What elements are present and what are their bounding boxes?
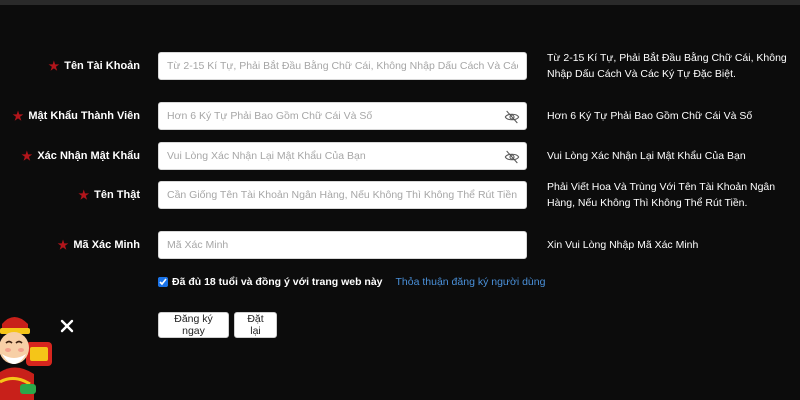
password-input[interactable] <box>159 103 526 129</box>
username-input[interactable] <box>159 53 526 79</box>
star-icon: ★ <box>21 149 33 163</box>
real-name-input[interactable] <box>159 182 526 208</box>
confirm-password-label-text: Xác Nhận Mật Khẩu <box>37 150 140 162</box>
confirm-password-label: ★ Xác Nhận Mật Khẩu <box>22 150 140 162</box>
real-name-label: ★ Tên Thật <box>78 189 140 201</box>
username-label: ★ Tên Tài Khoản <box>48 60 140 72</box>
verification-hint: Xin Vui Lòng Nhập Mã Xác Minh <box>547 239 699 251</box>
star-icon: ★ <box>57 238 69 252</box>
star-icon: ★ <box>48 59 60 73</box>
agreement-checkbox[interactable] <box>158 277 168 287</box>
verification-row: ★ Mã Xác Minh Xin Vui Lòng Nhập Mã Xác M… <box>0 231 800 259</box>
verification-input[interactable] <box>159 232 526 258</box>
eye-off-icon[interactable] <box>504 149 520 165</box>
agreement-text: Đã đủ 18 tuổi và đồng ý với trang web nà… <box>172 276 383 288</box>
password-label: ★ Mật Khẩu Thành Viên <box>13 110 140 122</box>
username-row: ★ Tên Tài Khoản Từ 2-15 Kí Tự, Phải Bắt … <box>0 52 800 80</box>
confirm-password-input[interactable] <box>159 143 526 169</box>
password-label-text: Mật Khẩu Thành Viên <box>28 110 140 122</box>
agreement: Đã đủ 18 tuổi và đồng ý với trang web nà… <box>158 276 545 288</box>
verification-label: ★ Mã Xác Minh <box>58 239 140 251</box>
register-button[interactable]: Đăng ký ngay <box>158 312 229 338</box>
confirm-password-field[interactable] <box>158 142 527 170</box>
verification-field[interactable] <box>158 231 527 259</box>
password-row: ★ Mật Khẩu Thành Viên Hơn 6 Ký Tự Phải B… <box>0 102 800 130</box>
confirm-password-hint: Vui Lòng Xác Nhận Lại Mật Khẩu Của Bạn <box>547 150 746 162</box>
verification-label-text: Mã Xác Minh <box>73 239 140 251</box>
real-name-hint: Phải Viết Hoa Và Trùng Với Tên Tài Khoản… <box>547 181 776 209</box>
username-label-text: Tên Tài Khoản <box>64 60 140 72</box>
star-icon: ★ <box>12 109 24 123</box>
real-name-label-text: Tên Thật <box>94 189 140 201</box>
username-field[interactable] <box>158 52 527 80</box>
confirm-password-row: ★ Xác Nhận Mật Khẩu Vui Lòng Xác Nhận Lạ… <box>0 142 800 170</box>
mascot-icon[interactable] <box>0 310 75 400</box>
username-hint: Từ 2-15 Kí Tự, Phải Bắt Đầu Bằng Chữ Cái… <box>547 52 787 80</box>
real-name-field[interactable] <box>158 181 527 209</box>
agreement-link[interactable]: Thỏa thuận đăng ký người dùng <box>396 276 546 288</box>
top-border <box>0 0 800 5</box>
real-name-row: ★ Tên Thật Phải Viết Hoa Và Trùng Với Tê… <box>0 181 800 209</box>
star-icon: ★ <box>78 188 90 202</box>
password-hint: Hơn 6 Ký Tự Phải Bao Gồm Chữ Cái Và Số <box>547 110 753 122</box>
reset-button[interactable]: Đặt lại <box>234 312 277 338</box>
password-field[interactable] <box>158 102 527 130</box>
eye-off-icon[interactable] <box>504 109 520 125</box>
